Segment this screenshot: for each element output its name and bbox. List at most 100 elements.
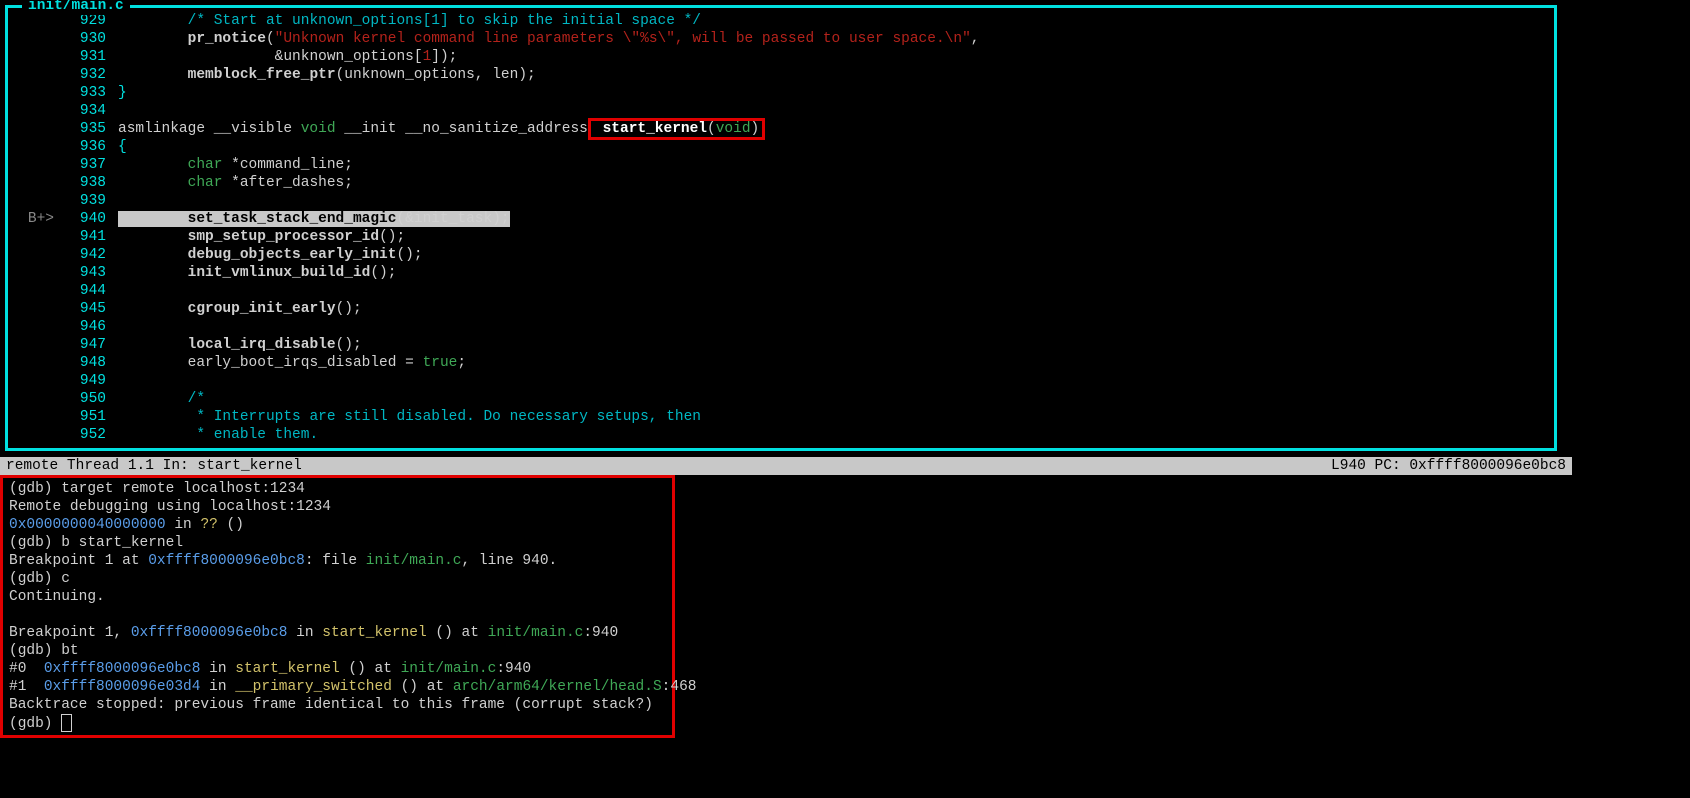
source-row: 929 /* Start at unknown_options[1] to sk…	[18, 12, 1544, 30]
source-row: 933}	[18, 84, 1544, 102]
source-pane[interactable]: init/main.c 929 /* Start at unknown_opti…	[5, 5, 1557, 451]
token: len	[492, 67, 518, 83]
console-token: Remote debugging using localhost:1234	[9, 499, 331, 515]
console-token: start_kernel	[322, 625, 426, 641]
token: * Interrupts are still disabled. Do nece…	[188, 409, 701, 425]
token: * enable them.	[188, 427, 319, 443]
console-token: bt	[61, 643, 78, 659]
token: *after_dashes;	[222, 175, 353, 191]
line-number: 947	[54, 336, 106, 354]
token	[118, 301, 188, 317]
console-token: (gdb)	[9, 716, 61, 732]
token: );	[492, 211, 509, 227]
source-row: 944	[18, 282, 1544, 300]
console-token: 0xffff8000096e03d4	[44, 679, 201, 695]
console-token: , line 940.	[462, 553, 558, 569]
console-token: () at	[392, 679, 453, 695]
console-token: #0	[9, 661, 44, 677]
source-row: 941 smp_setup_processor_id();	[18, 228, 1544, 246]
console-token: __primary_switched	[235, 679, 392, 695]
console-token: (gdb)	[9, 643, 61, 659]
line-number: 933	[54, 84, 106, 102]
token: ,	[475, 67, 492, 83]
gutter-marker: B+>	[18, 210, 54, 228]
console-token: () at	[340, 661, 401, 677]
line-number: 936	[54, 138, 106, 156]
console-token: Backtrace stopped: previous frame identi…	[9, 697, 653, 713]
line-number: 930	[54, 30, 106, 48]
token	[118, 229, 188, 245]
token: init_vmlinux_build_id	[188, 265, 371, 281]
token	[118, 355, 188, 371]
token: )	[751, 121, 760, 137]
source-row: 950 /*	[18, 390, 1544, 408]
console-token: target remote localhost:1234	[61, 481, 305, 497]
source-row: 932 memblock_free_ptr(unknown_options, l…	[18, 66, 1544, 84]
line-number: 939	[54, 192, 106, 210]
status-right: L940 PC: 0xffff8000096e0bc8	[1331, 457, 1566, 475]
line-number: 935	[54, 120, 106, 138]
status-left: remote Thread 1.1 In: start_kernel	[6, 457, 302, 475]
token: ();	[370, 265, 396, 281]
source-lines: 929 /* Start at unknown_options[1] to sk…	[8, 12, 1554, 444]
token: ;	[457, 355, 466, 371]
token	[118, 13, 188, 29]
gdb-console[interactable]: (gdb) target remote localhost:1234Remote…	[0, 475, 675, 738]
token: asmlinkage __visible	[118, 121, 301, 137]
source-row: 951 * Interrupts are still disabled. Do …	[18, 408, 1544, 426]
source-row: 930 pr_notice("Unknown kernel command li…	[18, 30, 1544, 48]
token: cgroup_init_early	[188, 301, 336, 317]
token	[118, 391, 188, 407]
token: ();	[379, 229, 405, 245]
token: ]);	[431, 49, 457, 65]
token: local_irq_disable	[188, 337, 336, 353]
token: (	[266, 31, 275, 47]
status-bar: remote Thread 1.1 In: start_kernel L940 …	[0, 457, 1572, 475]
console-line: Breakpoint 1 at 0xffff8000096e0bc8: file…	[9, 552, 666, 570]
source-row: 936 {	[18, 138, 1544, 156]
console-token: 0xffff8000096e0bc8	[44, 661, 201, 677]
token: unknown_options	[283, 49, 414, 65]
console-token: 0xffff8000096e0bc8	[131, 625, 288, 641]
source-row: 952 * enable them.	[18, 426, 1544, 444]
console-token: () at	[427, 625, 488, 641]
source-row: 935asmlinkage __visible void __init __no…	[18, 120, 1544, 138]
console-token: ()	[218, 517, 244, 533]
console-line	[9, 606, 666, 624]
token	[118, 157, 188, 173]
token: ();	[396, 247, 422, 263]
console-token: in	[287, 625, 322, 641]
token: );	[518, 67, 535, 83]
source-row: 938 char *after_dashes;	[18, 174, 1544, 192]
source-row: 947 local_irq_disable();	[18, 336, 1544, 354]
console-line: #0 0xffff8000096e0bc8 in start_kernel ()…	[9, 660, 666, 678]
source-row: 931 &unknown_options[1]);	[18, 48, 1544, 66]
console-token: c	[61, 571, 70, 587]
console-token: init/main.c	[488, 625, 584, 641]
token	[118, 247, 188, 263]
token	[118, 427, 188, 443]
console-token: :940	[496, 661, 531, 677]
console-line: Backtrace stopped: previous frame identi…	[9, 696, 666, 714]
line-number: 950	[54, 390, 106, 408]
token: (	[336, 67, 345, 83]
highlight-box: start_kernel(void)	[588, 118, 765, 140]
source-row: 937 char *command_line;	[18, 156, 1544, 174]
source-row: 945 cgroup_init_early();	[18, 300, 1544, 318]
console-token: Breakpoint 1,	[9, 625, 131, 641]
token: {	[118, 139, 127, 155]
console-token: : file	[305, 553, 366, 569]
current-line-highlight: set_task_stack_end_magic(&init_task);	[118, 211, 510, 227]
line-number: 944	[54, 282, 106, 300]
source-row: 948 early_boot_irqs_disabled = true;	[18, 354, 1544, 372]
console-line: (gdb) c	[9, 570, 666, 588]
console-line: (gdb) target remote localhost:1234	[9, 480, 666, 498]
source-row: 949	[18, 372, 1544, 390]
console-token: init/main.c	[401, 661, 497, 677]
token: ();	[336, 301, 362, 317]
line-number: 932	[54, 66, 106, 84]
console-line: (gdb)	[9, 714, 666, 733]
console-token: Breakpoint 1 at	[9, 553, 148, 569]
console-line: Continuing.	[9, 588, 666, 606]
cursor	[61, 714, 72, 732]
